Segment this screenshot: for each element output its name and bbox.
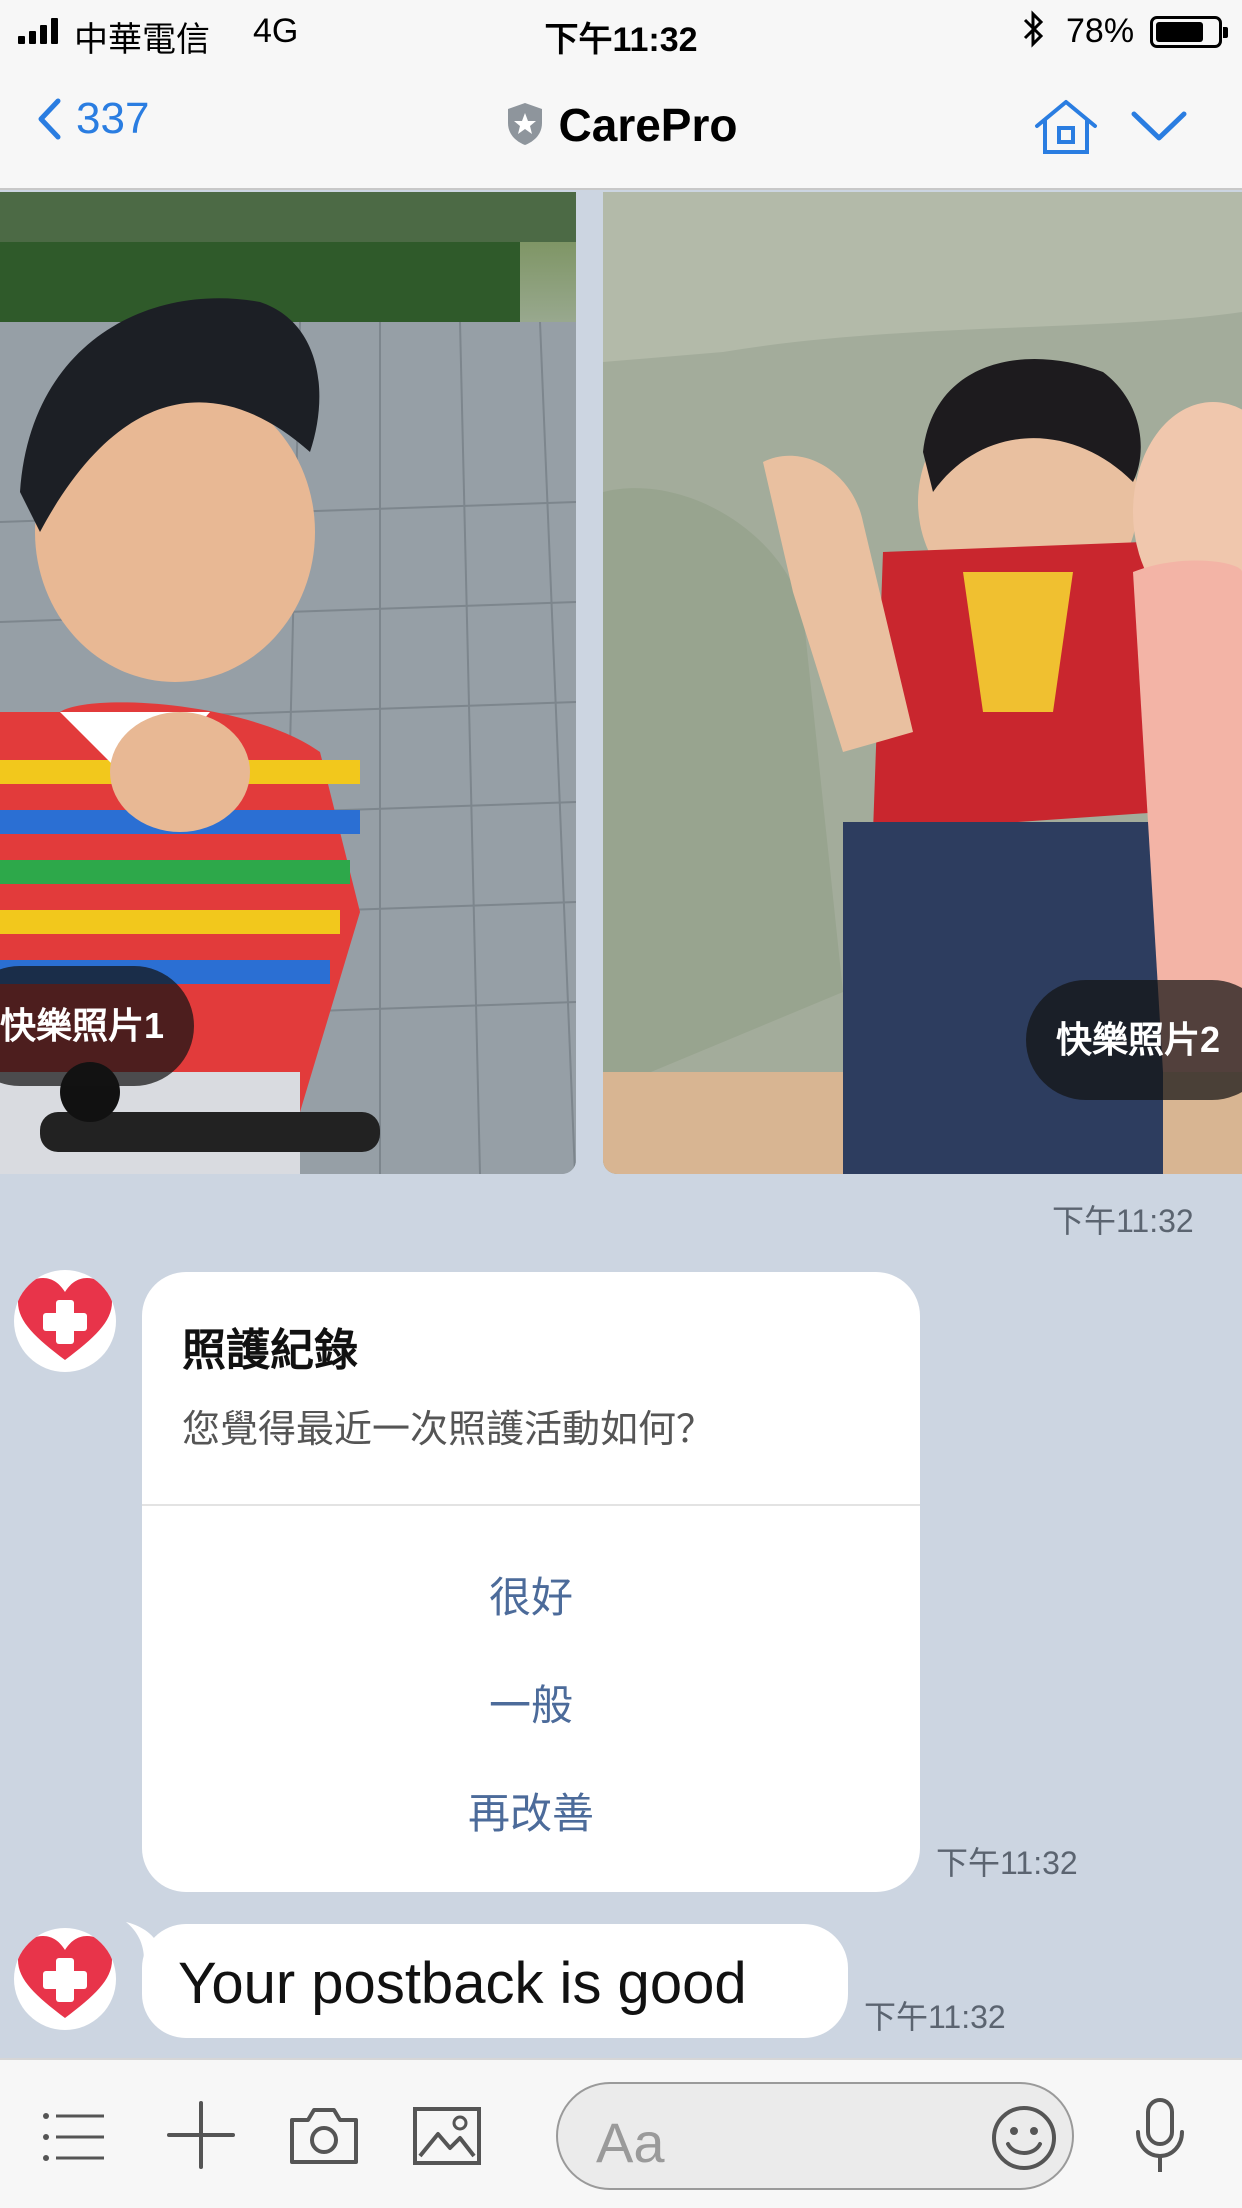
action-improve-button[interactable]: 再改善 xyxy=(142,1780,920,1841)
chat-title-text: CarePro xyxy=(558,99,738,151)
carousel-item-2[interactable]: 快樂照片2 xyxy=(603,192,1242,1174)
message-input[interactable]: Aa xyxy=(556,2082,1074,2190)
bot-avatar[interactable] xyxy=(14,1270,116,1372)
image-carousel[interactable]: 快樂照片1 快樂照片2 xyxy=(0,192,1242,1174)
plus-icon xyxy=(167,2101,235,2169)
battery-icon xyxy=(1150,16,1228,48)
card-question: 您覺得最近一次照護活動如何？ xyxy=(182,1409,715,1451)
action-average-button[interactable]: 一般 xyxy=(142,1672,920,1733)
image-icon xyxy=(413,2107,481,2165)
menu-icon xyxy=(43,2113,104,2161)
menu-button[interactable] xyxy=(42,2112,106,2167)
card-timestamp: 下午11:32 xyxy=(936,1845,1078,1881)
carousel-item-label: 快樂照片2 xyxy=(1025,980,1242,1100)
camera-button[interactable] xyxy=(288,2104,360,2171)
gallery-button[interactable] xyxy=(412,2106,482,2171)
home-icon xyxy=(1035,100,1097,154)
input-bar: Aa xyxy=(0,2058,1242,2208)
carousel-item-label: 快樂照片1 xyxy=(0,966,195,1086)
emoji-icon xyxy=(992,2106,1056,2170)
status-time: 下午11:32 xyxy=(544,21,698,59)
microphone-icon xyxy=(1136,2098,1184,2172)
bluetooth-icon xyxy=(1022,10,1046,57)
battery-fill xyxy=(1156,22,1203,42)
add-button[interactable] xyxy=(166,2100,236,2175)
status-bar: 中華電信 4G 下午11:32 78% xyxy=(0,0,1242,62)
card-divider xyxy=(142,1504,920,1506)
emoji-button[interactable] xyxy=(990,2104,1058,2177)
heart-cross-icon xyxy=(18,1936,112,2018)
action-good-button[interactable]: 很好 xyxy=(142,1564,920,1625)
nav-bar: 337 CarePro xyxy=(0,62,1242,190)
reply-message-bubble[interactable]: Your postback is good xyxy=(142,1924,848,2038)
bot-avatar[interactable] xyxy=(14,1928,116,2030)
carousel-timestamp: 下午11:32 xyxy=(1052,1203,1194,1239)
voice-button[interactable] xyxy=(1132,2096,1188,2181)
message-input-placeholder: Aa xyxy=(596,2111,665,2174)
menu-toggle-button[interactable] xyxy=(1130,110,1188,149)
home-button[interactable] xyxy=(1033,98,1099,161)
reply-timestamp: 下午11:32 xyxy=(864,1999,1006,2035)
battery-percent: 78% xyxy=(1066,12,1135,50)
camera-icon xyxy=(290,2108,358,2164)
reply-message-text: Your postback is good xyxy=(178,1951,747,2016)
heart-cross-icon xyxy=(18,1278,112,1360)
card-title: 照護紀錄 xyxy=(182,1326,358,1375)
shield-icon xyxy=(507,103,542,145)
chevron-down-icon xyxy=(1131,111,1187,141)
care-record-card: 照護紀錄 您覺得最近一次照護活動如何？ 很好 一般 再改善 xyxy=(142,1272,920,1892)
carousel-item-1[interactable]: 快樂照片1 xyxy=(0,192,576,1174)
